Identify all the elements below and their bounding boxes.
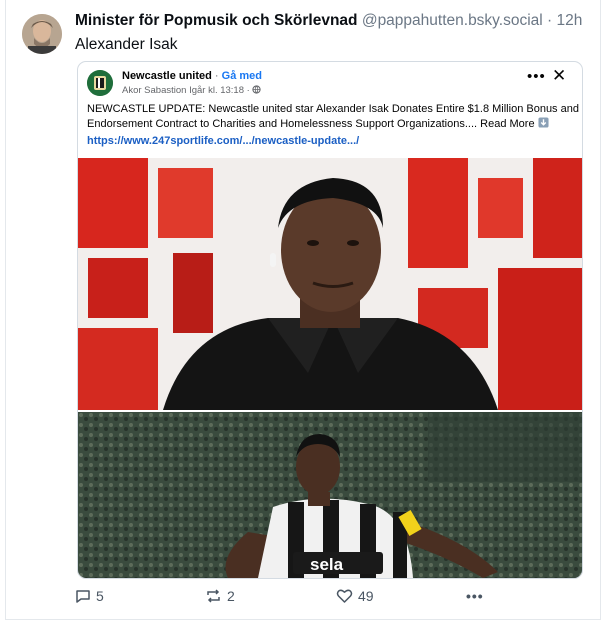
fb-close-button[interactable]: ✕ — [552, 66, 566, 86]
repost-icon — [207, 589, 220, 603]
jersey-sponsor-text: sela — [310, 555, 344, 574]
post-actions: 5 2 49 ••• — [0, 588, 596, 608]
down-arrow-icon — [538, 117, 549, 128]
author-handle[interactable]: @pappahutten.bsky.social — [362, 12, 543, 29]
like-button[interactable]: 49 — [336, 588, 374, 604]
player-match-photo[interactable]: sela — [78, 412, 582, 578]
heart-icon — [336, 589, 353, 603]
header-separator: · — [547, 12, 553, 29]
fb-join-button[interactable]: Gå med — [222, 70, 262, 82]
more-options-button[interactable]: ••• — [466, 588, 484, 604]
author-avatar[interactable] — [22, 14, 62, 54]
fb-page-name[interactable]: Newcastle united — [122, 70, 212, 82]
fb-post-body: NEWCASTLE UPDATE: Newcastle united star … — [87, 102, 579, 132]
globe-icon — [252, 85, 262, 94]
fb-page-line: Newcastle united · Gå med — [122, 70, 262, 82]
fb-page-separator: · — [214, 70, 219, 82]
read-more-link[interactable]: Read More — [480, 118, 534, 130]
fb-post-time[interactable]: Igår kl. 13:18 · — [189, 85, 250, 96]
repost-button[interactable]: 2 — [205, 588, 235, 604]
player-portrait-photo[interactable] — [78, 158, 582, 410]
author-name[interactable]: Minister för Popmusik och Skörlevnad — [75, 12, 358, 29]
more-options-icon: ••• — [466, 588, 484, 604]
article-link[interactable]: https://www.247sportlife.com/.../newcast… — [87, 135, 359, 147]
reply-count: 5 — [96, 588, 104, 604]
reply-button[interactable]: 5 — [75, 588, 104, 604]
post-text: Alexander Isak — [75, 36, 178, 53]
fb-more-button[interactable]: ••• — [527, 68, 546, 85]
fb-post-author[interactable]: Akor Sabastion — [122, 85, 186, 96]
reply-icon — [76, 590, 90, 603]
like-count: 49 — [358, 588, 374, 604]
embedded-image-card[interactable]: Newcastle united · Gå med Akor Sabastion… — [77, 61, 583, 579]
post-time[interactable]: 12h — [557, 12, 583, 29]
repost-count: 2 — [227, 588, 235, 604]
post-header: Minister för Popmusik och Skörlevnad @pa… — [75, 12, 582, 30]
newcastle-logo-icon — [87, 70, 113, 96]
fb-post-meta: Akor Sabastion Igår kl. 13:18 · — [122, 85, 262, 96]
